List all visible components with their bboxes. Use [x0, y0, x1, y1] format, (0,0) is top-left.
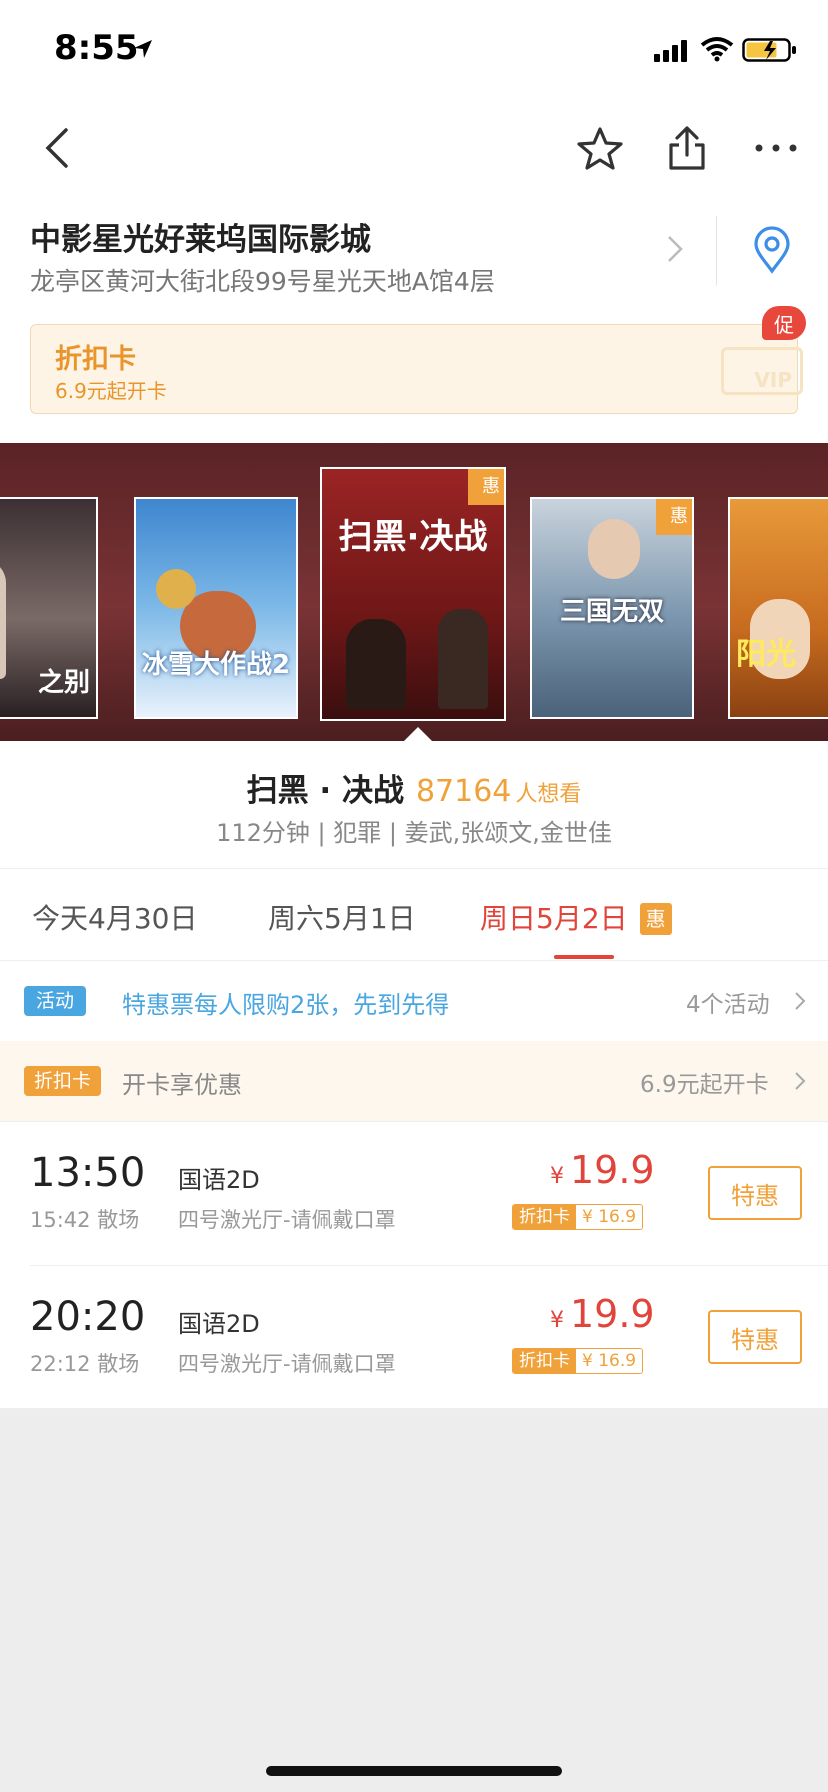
favorite-button[interactable]: [568, 116, 632, 180]
poster-0[interactable]: 之别: [0, 497, 98, 719]
discount-price-text: 6.9元起开卡: [640, 1072, 769, 1098]
selected-poster-indicator: [404, 727, 432, 741]
date-tab-2-label: 周日5月2日: [480, 902, 628, 935]
showtime-list: 13:50 15:42 散场 国语2D 四号激光厅-请佩戴口罩 ¥19.9 折扣…: [0, 1121, 828, 1409]
card-price-tag: 折扣卡: [513, 1349, 576, 1373]
want-count: 87164: [415, 774, 512, 809]
date-tab-0[interactable]: 今天4月30日: [32, 897, 197, 937]
want-label: 人想看: [515, 782, 582, 807]
cinema-name[interactable]: 中影星光好莱坞国际影城: [30, 214, 371, 259]
show-hall: 四号激光厅-请佩戴口罩: [178, 1352, 396, 1376]
star-icon: [577, 127, 623, 170]
poster-4[interactable]: 阳光: [728, 497, 828, 719]
activity-tag: 活动: [24, 986, 87, 1016]
poster-3-hui-badge: 惠: [656, 499, 692, 535]
date-tabs: 今天4月30日 周六5月1日 周日5月2日惠: [0, 869, 828, 961]
divider: [716, 216, 717, 286]
poster-3-figure: [588, 519, 640, 579]
poster-1-figure-2: [156, 569, 196, 609]
poster-3-title: 三国无双: [559, 597, 664, 627]
showtime-row[interactable]: 20:20 22:12 散场 国语2D 四号激光厅-请佩戴口罩 ¥19.9 折扣…: [0, 1266, 828, 1410]
show-start-time: 13:50: [30, 1150, 146, 1196]
date-tab-1[interactable]: 周六5月1日: [268, 897, 416, 937]
poster-1[interactable]: 冰雪大作战2: [134, 497, 298, 719]
status-time: 8:55: [54, 28, 139, 68]
show-start-time: 20:20: [30, 1294, 146, 1340]
share-icon: [669, 126, 705, 170]
date-tab-1-label: 周六5月1日: [268, 902, 416, 935]
card-price-value: ¥ 16.9: [576, 1349, 643, 1373]
signal-icon: [654, 40, 687, 62]
active-tab-underline: [554, 955, 614, 959]
activity-count: 4个活动: [686, 992, 770, 1018]
card-title: 折扣卡: [55, 344, 136, 375]
card-subtitle: 6.9元起开卡: [55, 379, 167, 403]
date-tab-0-label: 今天4月30日: [32, 902, 198, 935]
date-tab-2-badge: 惠: [639, 903, 672, 935]
movie-meta: 112分钟 | 犯罪 | 姜武,张颂文,金世佳: [216, 819, 612, 847]
back-icon: [45, 128, 68, 168]
back-button[interactable]: [24, 116, 88, 180]
movie-info: 扫黑 · 决战 87164 人想看 112分钟 | 犯罪 | 姜武,张颂文,金世佳: [0, 741, 828, 869]
poster-2-hui-badge: 惠: [468, 469, 504, 505]
poster-2-figure: [346, 619, 406, 709]
discount-text: 开卡享优惠: [122, 1071, 242, 1099]
currency-symbol: ¥: [550, 1164, 564, 1189]
battery-icon: [742, 38, 796, 62]
activity-row[interactable]: 活动 特惠票每人限购2张，先到先得 4个活动: [0, 961, 828, 1041]
share-button[interactable]: [655, 116, 719, 180]
cinema-header: 中影星光好莱坞国际影城 龙亭区黄河大街北段99号星光天地A馆4层 折扣卡 6.9…: [0, 204, 828, 444]
nav-bar: [0, 100, 828, 204]
chevron-right-icon[interactable]: [666, 234, 684, 264]
price-value: 19.9: [570, 1148, 655, 1192]
location-arrow-icon: [134, 40, 152, 58]
poster-carousel[interactable]: 之别 冰雪大作战2 扫黑·决战 惠 三国无双 惠 阳光: [0, 443, 828, 741]
card-price: 折扣卡 ¥ 16.9: [512, 1204, 644, 1230]
location-pin-icon[interactable]: [752, 226, 792, 274]
more-icon: [755, 144, 797, 152]
show-price: ¥19.9: [550, 1292, 655, 1336]
discount-tag: 折扣卡: [24, 1066, 102, 1096]
poster-1-title: 冰雪大作战2: [141, 650, 291, 680]
vip-card-icon: VIP: [721, 347, 803, 395]
show-hall: 四号激光厅-请佩戴口罩: [178, 1208, 396, 1232]
status-bar: 8:55: [0, 0, 828, 100]
currency-symbol: ¥: [550, 1308, 564, 1333]
cinema-address[interactable]: 龙亭区黄河大街北段99号星光天地A馆4层: [30, 262, 495, 298]
price-value: 19.9: [570, 1292, 655, 1336]
chevron-right-icon: [795, 992, 806, 1010]
show-price: ¥19.9: [550, 1148, 655, 1192]
poster-2-figure-2: [438, 609, 488, 709]
poster-0-title: 之别: [37, 668, 90, 698]
home-indicator: [266, 1766, 562, 1776]
showtime-row[interactable]: 13:50 15:42 散场 国语2D 四号激光厅-请佩戴口罩 ¥19.9 折扣…: [0, 1122, 828, 1266]
buy-button[interactable]: 特惠: [708, 1310, 802, 1364]
card-price-value: ¥ 16.9: [576, 1205, 643, 1229]
more-button[interactable]: [744, 116, 808, 180]
activity-text: 特惠票每人限购2张，先到先得: [122, 991, 450, 1019]
movie-title-line: 扫黑 · 决战 87164 人想看: [0, 765, 828, 810]
show-language: 国语2D: [178, 1166, 260, 1194]
discount-card-banner[interactable]: 折扣卡 6.9元起开卡 VIP: [30, 324, 803, 414]
poster-2[interactable]: 扫黑·决战 惠: [320, 467, 506, 721]
poster-2-title: 扫黑·决战: [338, 517, 488, 557]
wifi-icon: [700, 37, 734, 62]
discount-card-row[interactable]: 折扣卡 开卡享优惠 6.9元起开卡: [0, 1041, 828, 1121]
date-tab-2[interactable]: 周日5月2日惠: [480, 897, 672, 937]
show-end-time: 22:12 散场: [30, 1352, 140, 1376]
movie-title: 扫黑 · 决战: [246, 773, 404, 809]
chevron-right-icon: [795, 1072, 806, 1090]
poster-3[interactable]: 三国无双 惠: [530, 497, 694, 719]
poster-0-figure: [0, 559, 6, 679]
show-language: 国语2D: [178, 1310, 260, 1338]
poster-4-title: 阳光: [736, 637, 796, 672]
card-price-tag: 折扣卡: [513, 1205, 576, 1229]
show-end-time: 15:42 散场: [30, 1208, 140, 1232]
promo-badge: 促: [762, 306, 806, 340]
card-price: 折扣卡 ¥ 16.9: [512, 1348, 644, 1374]
buy-button[interactable]: 特惠: [708, 1166, 802, 1220]
